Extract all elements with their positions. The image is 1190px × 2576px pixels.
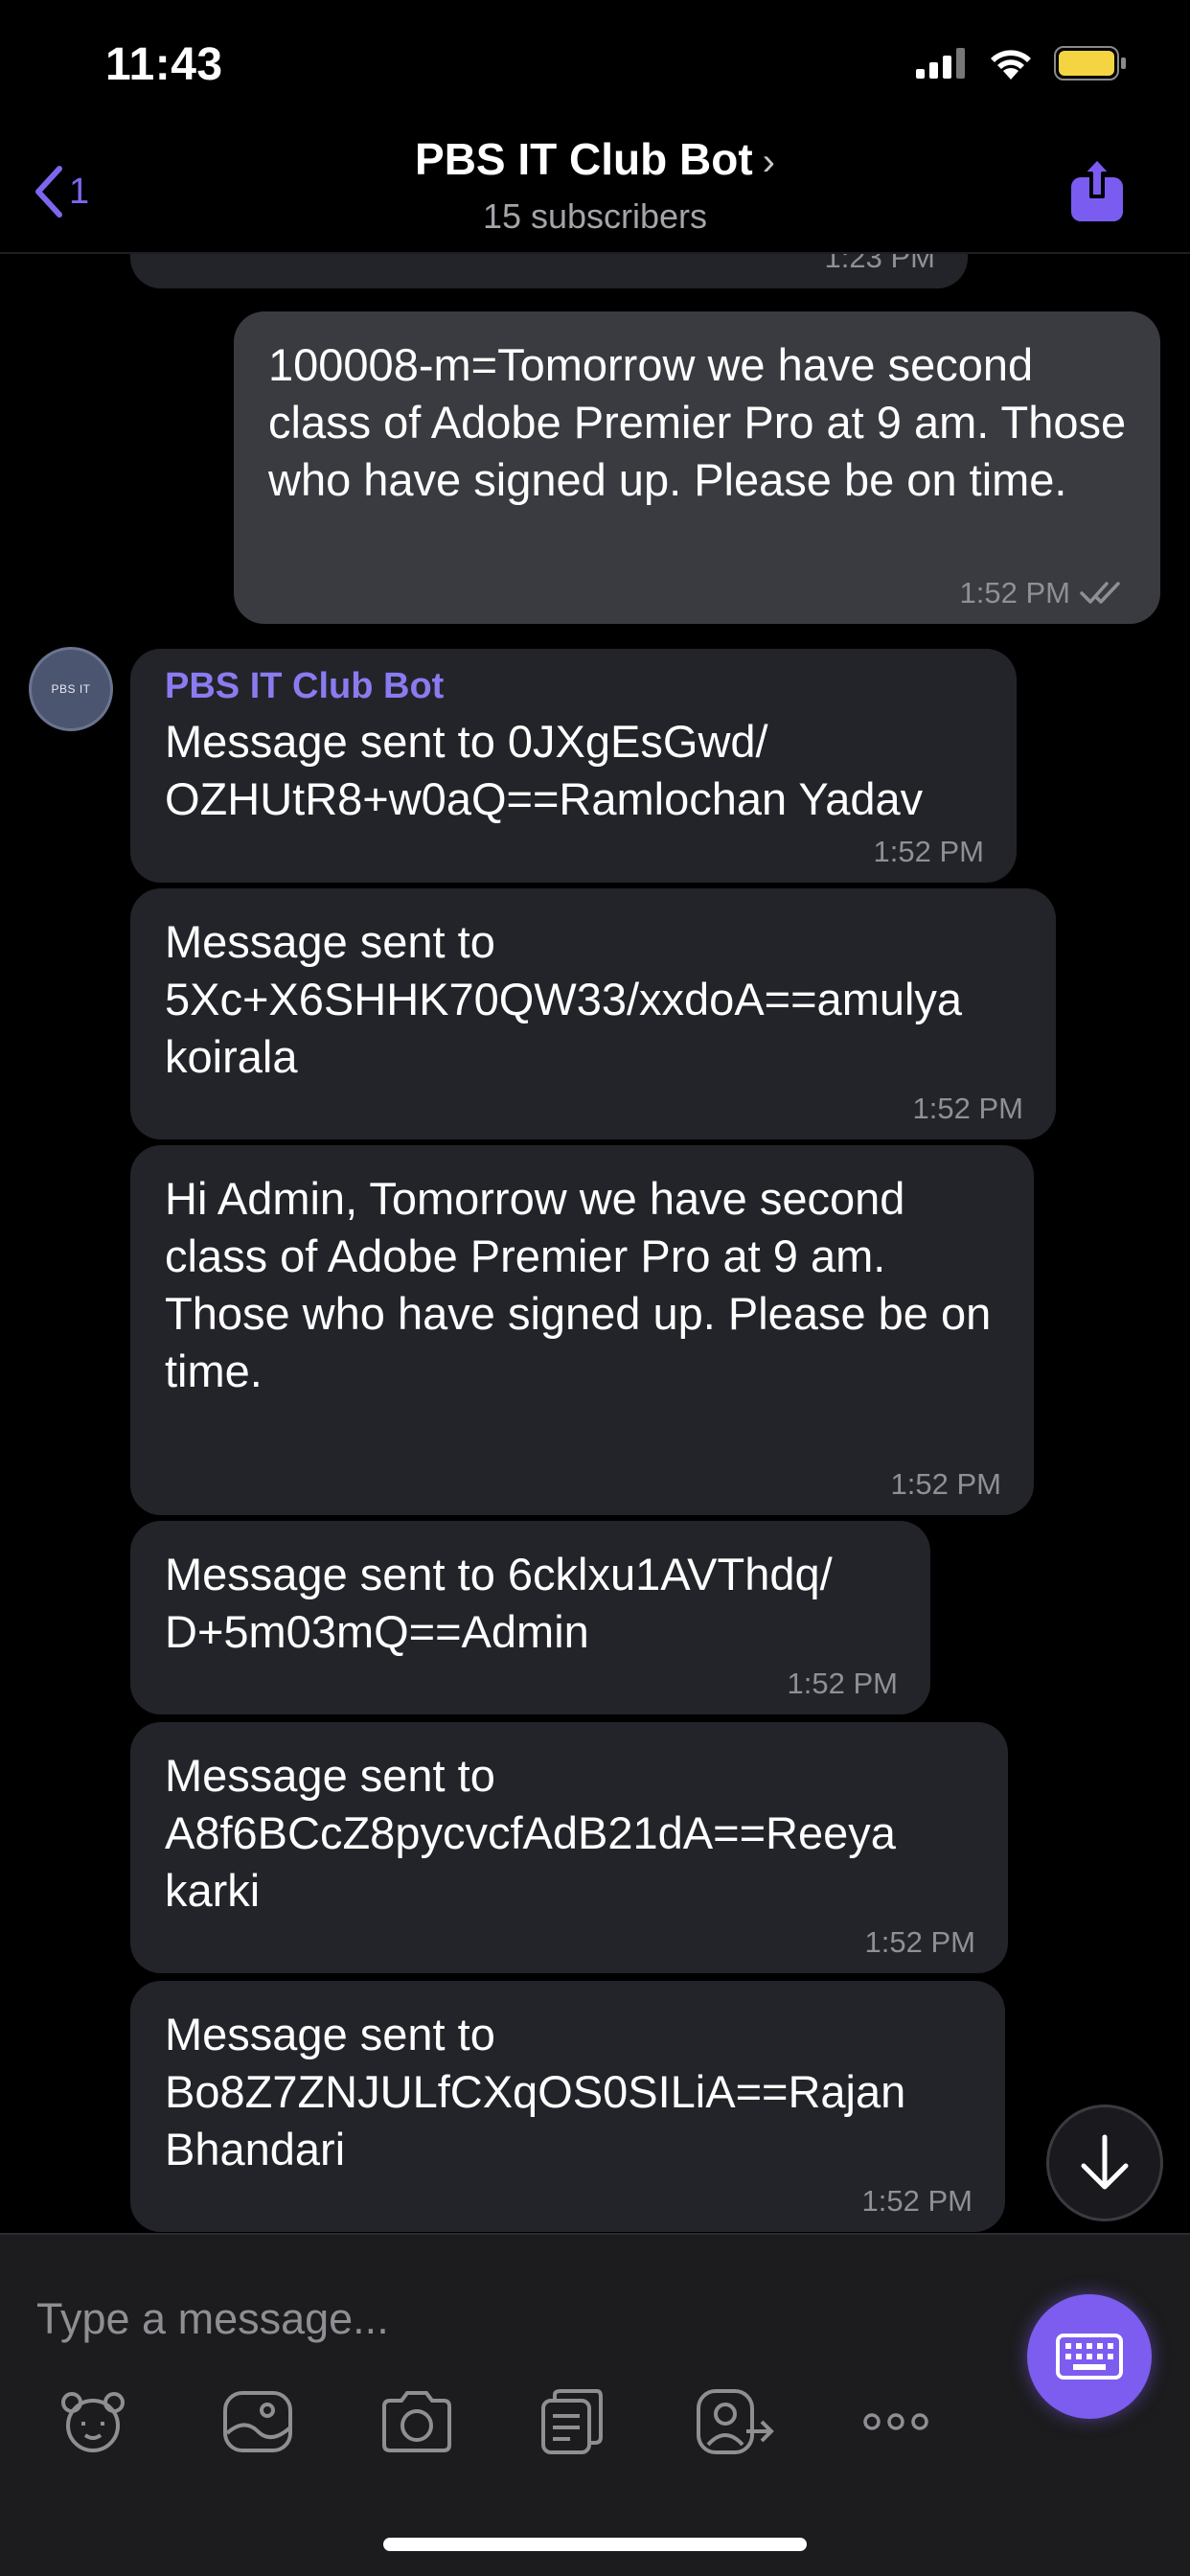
message-time: 1:23 PM <box>824 254 935 274</box>
message-time: 1:52 PM <box>890 1467 1001 1501</box>
message-text: Hi Admin, Tomorrow we have second class … <box>165 1173 1004 1396</box>
status-time: 11:43 <box>105 39 223 90</box>
keyboard-icon <box>1056 2334 1123 2380</box>
scroll-to-bottom-button[interactable] <box>1046 2104 1163 2221</box>
arrow-down-icon <box>1081 2134 1129 2190</box>
status-bar: 11:43 <box>0 0 1190 129</box>
message-text: Message sent to 0JXgEsGwd/ OZHUtR8+w0aQ=… <box>165 716 924 824</box>
message-text: Message sent to Bo8Z7ZNJULfCXqOS0SILiA==… <box>165 2009 906 2174</box>
chat-info[interactable]: PBS IT Club Bot › 15 subscribers <box>0 133 1190 237</box>
camera-icon[interactable] <box>374 2379 460 2465</box>
message-bubble[interactable]: 1:23 PM <box>130 254 968 288</box>
share-icon <box>1071 156 1123 221</box>
status-icons <box>916 46 1127 80</box>
message-list[interactable]: 1:23 PM 100008-m=Tomorrow we have second… <box>0 254 1190 2233</box>
gallery-icon[interactable] <box>215 2379 301 2465</box>
share-contact-icon[interactable] <box>692 2379 778 2465</box>
sticker-icon[interactable] <box>50 2379 136 2465</box>
read-checkmarks-icon <box>1080 582 1120 604</box>
message-text: Message sent to 5Xc+X6SHHK70QW33/xxdoA==… <box>165 916 963 1082</box>
bot-avatar[interactable]: PBS IT <box>29 647 113 731</box>
home-indicator[interactable] <box>383 2538 807 2551</box>
wifi-icon <box>991 50 1031 80</box>
message-input[interactable] <box>36 2262 975 2377</box>
message-time: 1:52 PM <box>960 576 1128 610</box>
message-composer <box>0 2233 1190 2576</box>
chat-subtitle: 15 subscribers <box>482 196 708 236</box>
message-text: Message sent to A8f6BCcZ8pycvcfAdB21dA==… <box>165 1750 896 1916</box>
more-icon[interactable] <box>853 2379 939 2465</box>
message-time: 1:52 PM <box>787 1667 898 1700</box>
chevron-right-icon: › <box>762 141 775 183</box>
message-bubble-incoming[interactable]: Message sent to 6cklxu1AVThdq/ D+5m03mQ=… <box>130 1521 930 1714</box>
message-bubble-incoming[interactable]: Message sent to 5Xc+X6SHHK70QW33/xxdoA==… <box>130 888 1056 1139</box>
message-time: 1:52 PM <box>873 835 984 868</box>
message-text: 100008-m=Tomorrow we have second class o… <box>268 339 1139 505</box>
message-time: 1:52 PM <box>912 1092 1023 1125</box>
message-bubble-incoming[interactable]: Message sent to A8f6BCcZ8pycvcfAdB21dA==… <box>130 1722 1008 1973</box>
chat-title: PBS IT Club Bot <box>415 134 753 184</box>
message-bubble-incoming[interactable]: PBS IT Club Bot Message sent to 0JXgEsGw… <box>130 649 1017 883</box>
message-bubble-incoming[interactable]: Hi Admin, Tomorrow we have second class … <box>130 1145 1034 1515</box>
message-time: 1:52 PM <box>864 1925 975 1959</box>
keyboard-button[interactable] <box>1027 2294 1152 2419</box>
message-bubble-outgoing[interactable]: 100008-m=Tomorrow we have second class o… <box>234 311 1160 624</box>
signal-icon <box>916 48 965 79</box>
notes-icon[interactable] <box>529 2379 615 2465</box>
message-bubble-incoming[interactable]: Message sent to Bo8Z7ZNJULfCXqOS0SILiA==… <box>130 1981 1005 2232</box>
message-text: Message sent to 6cklxu1AVThdq/ D+5m03mQ=… <box>165 1549 833 1657</box>
chat-header: 1 PBS IT Club Bot › 15 subscribers <box>0 129 1190 254</box>
avatar-label: PBS IT <box>51 682 91 696</box>
battery-icon <box>1054 46 1126 80</box>
share-button[interactable] <box>1069 154 1125 228</box>
message-time: 1:52 PM <box>861 2184 973 2218</box>
sender-name: PBS IT Club Bot <box>165 666 445 706</box>
